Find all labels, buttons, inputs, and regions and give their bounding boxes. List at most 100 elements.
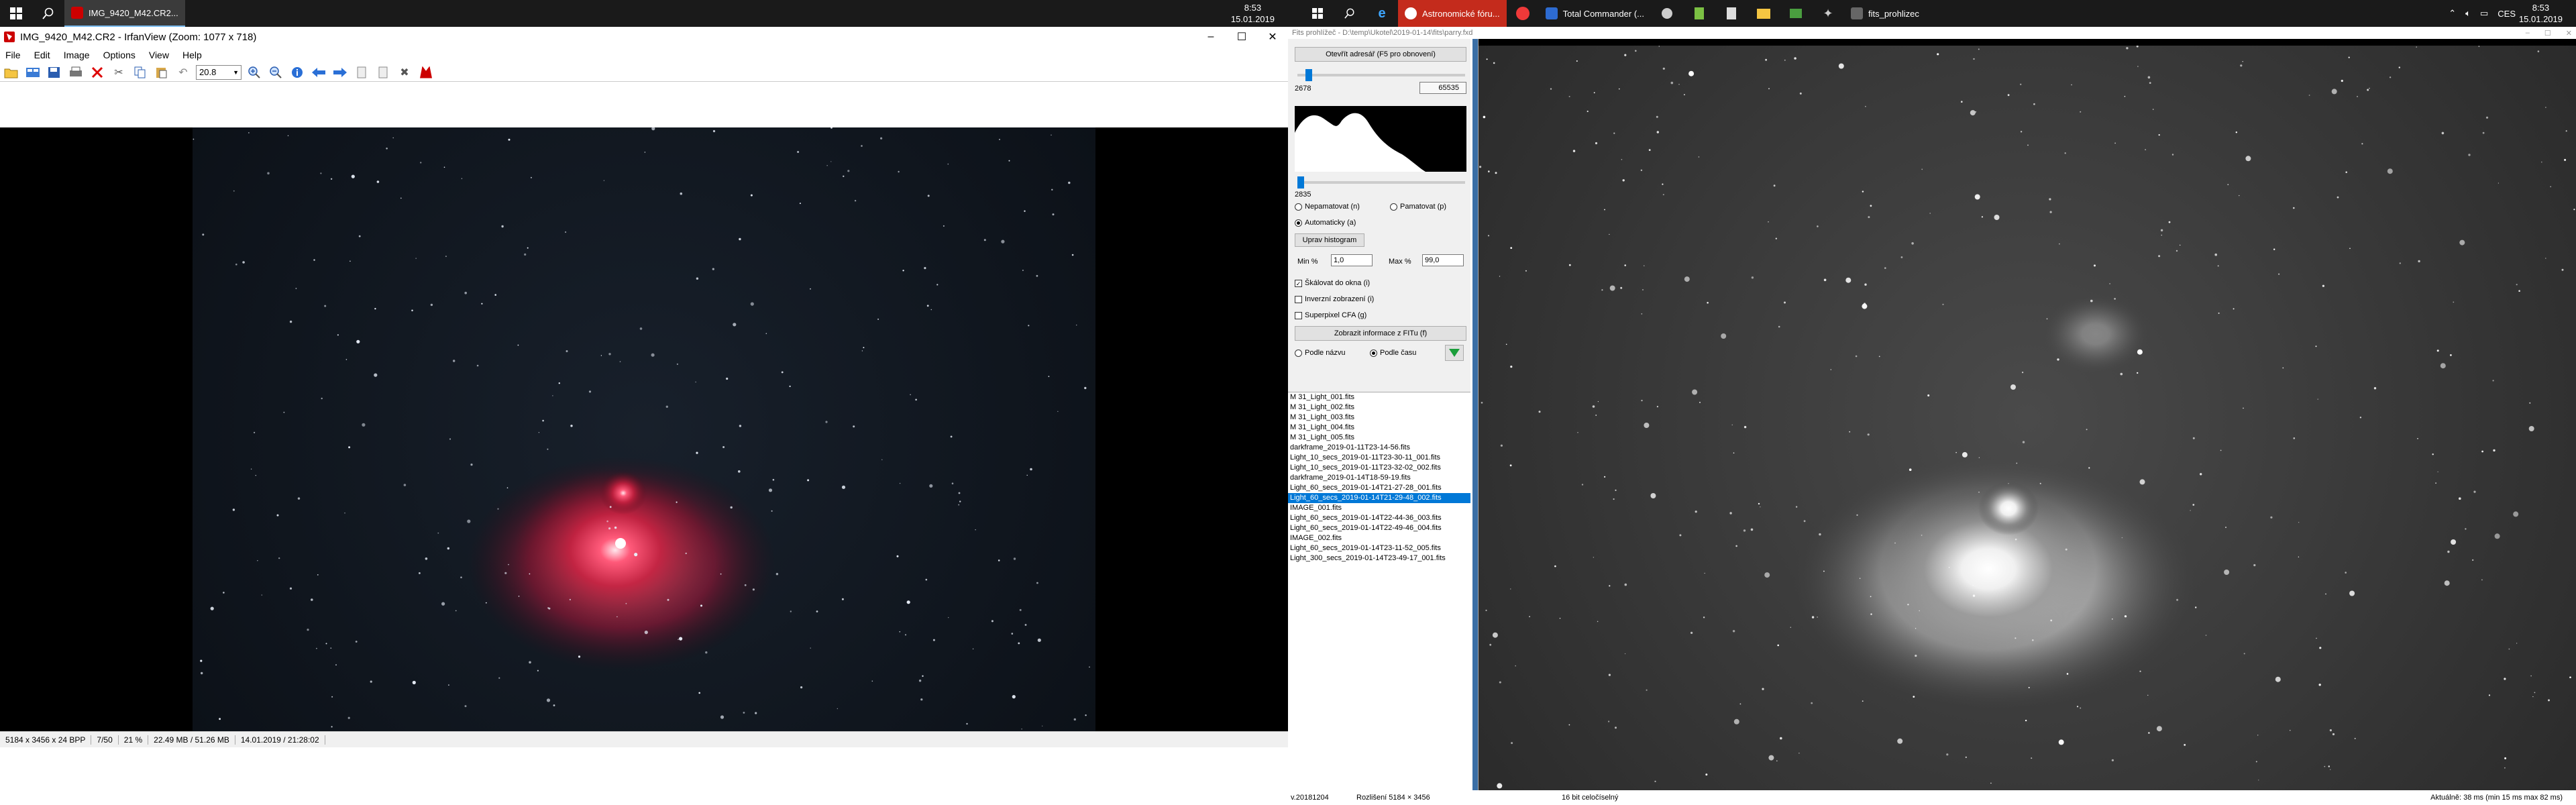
file-list-item[interactable]: M 31_Light_003.fits [1288, 413, 1470, 423]
fits-close-button[interactable]: ✕ [2566, 29, 2572, 38]
star [800, 686, 803, 689]
file-list-item[interactable]: Light_10_secs_2019-01-11T23-32-02_002.fi… [1288, 463, 1470, 473]
save-button[interactable] [46, 64, 63, 80]
taskbar-app-fits[interactable]: fits_prohlizec [1844, 0, 1926, 27]
fits-image-viewport[interactable] [1479, 46, 2576, 790]
file-list-item[interactable]: IMAGE_001.fits [1288, 503, 1470, 513]
vivaldi-button[interactable] [1507, 0, 1539, 27]
file-list-item[interactable]: Light_300_secs_2019-01-14T23-49-17_001.f… [1288, 553, 1470, 564]
zobrazit-info-button[interactable]: Zobrazit informace z FITu (f) [1295, 326, 1466, 341]
search-button[interactable] [32, 0, 64, 27]
file-list-item[interactable]: Light_60_secs_2019-01-14T21-27-28_001.fi… [1288, 483, 1470, 493]
language-indicator[interactable]: CES [2498, 9, 2516, 19]
file-list-item[interactable]: darkframe_2019-01-14T18-59-19.fits [1288, 473, 1470, 483]
pin-app-4[interactable] [1748, 0, 1780, 27]
zoom-select[interactable]: 20.8 ▼ [196, 64, 241, 80]
pin-app-6[interactable]: ✦ [1812, 0, 1844, 27]
file-list-item[interactable]: Light_60_secs_2019-01-14T21-29-48_002.fi… [1288, 493, 1470, 503]
min-percent-input[interactable]: 1,0 [1331, 254, 1373, 266]
radio-sort-time[interactable]: Podle času [1370, 349, 1416, 357]
menu-edit[interactable]: Edit [34, 50, 50, 60]
minimize-button[interactable]: – [1195, 27, 1226, 47]
chevron-up-icon[interactable]: ⌃ [2449, 8, 2456, 19]
maximize-button[interactable]: ☐ [1226, 27, 1257, 47]
file-list-item[interactable]: darkframe_2019-01-11T23-14-56.fits [1288, 443, 1470, 453]
menu-image[interactable]: Image [64, 50, 90, 60]
bottom-slider-track[interactable] [1297, 181, 1465, 184]
checkbox-superpixel[interactable]: Superpixel CFA (g) [1295, 311, 1366, 319]
close-button[interactable]: ✕ [1257, 27, 1288, 47]
edge-button[interactable]: e [1366, 0, 1398, 27]
splitter[interactable] [1470, 39, 1479, 790]
max-percent-input[interactable]: 99,0 [1422, 254, 1464, 266]
file-list-item[interactable]: M 31_Light_002.fits [1288, 402, 1470, 413]
pin-app-3[interactable] [1715, 0, 1748, 27]
copy-button[interactable] [131, 64, 149, 80]
taskbar-app-forum[interactable]: Astronomické fóru... [1398, 0, 1507, 27]
clock-left[interactable]: 8:53 15.01.2019 [1231, 2, 1275, 25]
search-button-right[interactable] [1334, 0, 1366, 27]
info-button[interactable] [288, 64, 306, 80]
file-list-item[interactable]: IMAGE_002.fits [1288, 533, 1470, 543]
pin-app-1[interactable] [1651, 0, 1683, 27]
prev-button[interactable] [310, 64, 327, 80]
checkbox-skalovat[interactable]: ✓ Škálovat do okna (i) [1295, 279, 1370, 287]
open-directory-button[interactable]: Otevřít adresář (F5 pro obnovení) [1295, 47, 1466, 62]
about-button[interactable] [417, 64, 435, 80]
network-icon[interactable]: ▭ [2480, 8, 2488, 19]
top-slider-value: 2678 [1295, 85, 1311, 93]
page-button[interactable] [374, 64, 392, 80]
zoom-in-button[interactable] [246, 64, 263, 80]
file-list-item[interactable]: Light_60_secs_2019-01-14T23-11-52_005.fi… [1288, 543, 1470, 553]
radio-automaticky[interactable]: Automaticky (a) [1295, 219, 1356, 227]
menu-help[interactable]: Help [182, 50, 202, 60]
fits-maximize-button[interactable]: ☐ [2544, 29, 2551, 38]
start-button[interactable] [0, 0, 32, 27]
tools-button[interactable]: ✖ [396, 64, 413, 80]
menu-file[interactable]: File [5, 50, 21, 60]
file-list[interactable]: M 31_Light_001.fits M 31_Light_002.fits M … [1288, 392, 1470, 790]
file-list-item[interactable]: Light_60_secs_2019-01-14T22-44-36_003.fi… [1288, 513, 1470, 523]
file-list-item[interactable]: Light_60_secs_2019-01-14T22-49-46_004.fi… [1288, 523, 1470, 533]
clock-right[interactable]: 8:53 15.01.2019 [2519, 2, 2563, 25]
undo-button[interactable]: ↶ [174, 64, 192, 80]
thumbnails-button[interactable] [24, 64, 42, 80]
star [2022, 372, 2024, 374]
checkbox-inverzni[interactable]: Inverzní zobrazení (i) [1295, 295, 1374, 303]
pin-app-2[interactable] [1683, 0, 1715, 27]
top-slider-max[interactable]: 65535 [1419, 82, 1466, 94]
zoom-out-button[interactable] [267, 64, 284, 80]
bottom-slider-thumb[interactable] [1297, 176, 1304, 189]
top-slider-track[interactable] [1297, 74, 1465, 76]
top-slider-thumb[interactable] [1305, 69, 1312, 81]
menu-options[interactable]: Options [103, 50, 136, 60]
radio-sort-name[interactable]: Podle názvu [1295, 349, 1346, 357]
star [680, 192, 683, 195]
volume-icon[interactable]: 🔈︎ [2465, 8, 2471, 19]
cut-button[interactable]: ✂ [110, 64, 127, 80]
paste-button[interactable] [153, 64, 170, 80]
file-list-item[interactable]: M 31_Light_005.fits [1288, 433, 1470, 443]
file-list-item[interactable]: Light_10_secs_2019-01-11T23-30-11_001.fi… [1288, 453, 1470, 463]
delete-button[interactable] [89, 64, 106, 80]
radio-nepamatovat[interactable]: Nepamatovat (n) [1295, 203, 1360, 211]
taskbar-app-total-commander[interactable]: Total Commander (... [1539, 0, 1651, 27]
start-button-right[interactable] [1301, 0, 1334, 27]
star [2504, 757, 2507, 759]
image-viewport[interactable] [0, 127, 1288, 731]
sort-direction-button[interactable] [1445, 345, 1464, 361]
uprav-histogram-button[interactable]: Uprav histogram [1295, 233, 1364, 247]
menu-view[interactable]: View [149, 50, 169, 60]
next-button[interactable] [331, 64, 349, 80]
star [411, 309, 413, 312]
taskbar-app-irfanview[interactable]: IMG_9420_M42.CR2... [64, 0, 185, 27]
fits-minimize-button[interactable]: – [2526, 29, 2530, 37]
file-list-item[interactable]: M 31_Light_004.fits [1288, 423, 1470, 433]
pin-app-5[interactable] [1780, 0, 1812, 27]
print-button[interactable] [67, 64, 85, 80]
star [1581, 484, 1584, 486]
radio-pamatovat[interactable]: Pamatovat (p) [1390, 203, 1446, 211]
open-button[interactable] [3, 64, 20, 80]
copy-page-button[interactable] [353, 64, 370, 80]
file-list-item[interactable]: M 31_Light_001.fits [1288, 392, 1470, 402]
